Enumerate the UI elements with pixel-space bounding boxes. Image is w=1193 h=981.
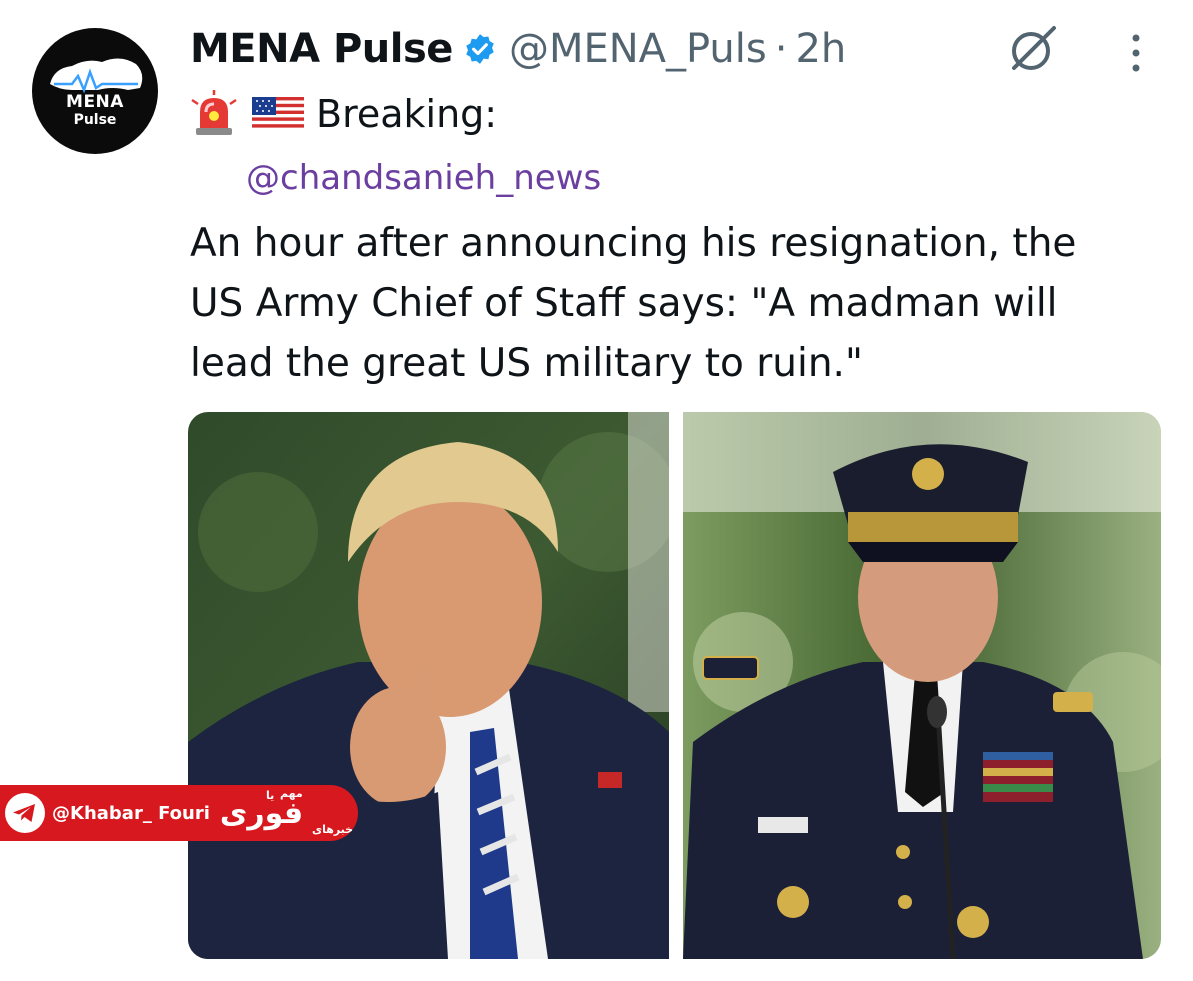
tweet-header: MENA Pulse @MENA_Puls · 2h: [190, 22, 846, 76]
tweet-text-line: US Army Chief of Staff says: "A madman w…: [190, 281, 1058, 326]
tweet-body: An hour after announcing his resignation…: [190, 214, 1175, 394]
rotating-light-emoji: [191, 90, 237, 135]
watermark-logo-text: فوری: [219, 795, 304, 831]
watermark-handle: @Khabar_ Fouri: [52, 802, 210, 824]
grok-icon[interactable]: [1004, 22, 1058, 76]
watermark-logo-small-top: مهم: [280, 787, 303, 800]
tweet-text-line: lead the great US military to ruin.": [190, 341, 863, 386]
photo-man-pointing: [188, 412, 669, 959]
photo-army-general: [683, 412, 1161, 959]
avatar-text-mena: MENA: [66, 92, 124, 112]
author-handle[interactable]: @MENA_Puls: [509, 26, 767, 72]
tweet-photo-left[interactable]: [188, 412, 669, 959]
telegram-watermark: @Khabar_ Fouri فوری مهم یا خبرهای: [0, 785, 358, 841]
author-display-name[interactable]: MENA Pulse: [190, 26, 453, 72]
verified-badge-icon: [466, 34, 494, 64]
avatar-text-pulse: Pulse: [73, 112, 117, 128]
mention-link[interactable]: @chandsanieh_news: [246, 158, 601, 198]
telegram-icon: [5, 793, 45, 833]
breaking-line: Breaking:: [190, 86, 497, 142]
watermark-logo-small-left: یا: [266, 789, 275, 802]
breaking-label: Breaking:: [316, 92, 498, 136]
us-flag-emoji: [252, 97, 304, 131]
more-options-icon[interactable]: [1124, 30, 1148, 76]
tweet-media-grid: [188, 412, 1161, 959]
tweet-timestamp[interactable]: 2h: [795, 26, 846, 72]
author-avatar[interactable]: MENA Pulse: [32, 28, 158, 154]
tweet-photo-right[interactable]: [683, 412, 1161, 959]
middle-east-map-logo-icon: [50, 58, 143, 94]
tweet-text-line: An hour after announcing his resignation…: [190, 221, 1077, 266]
header-separator: ·: [774, 26, 788, 72]
watermark-logo-small-bottom: خبرهای: [312, 823, 354, 836]
